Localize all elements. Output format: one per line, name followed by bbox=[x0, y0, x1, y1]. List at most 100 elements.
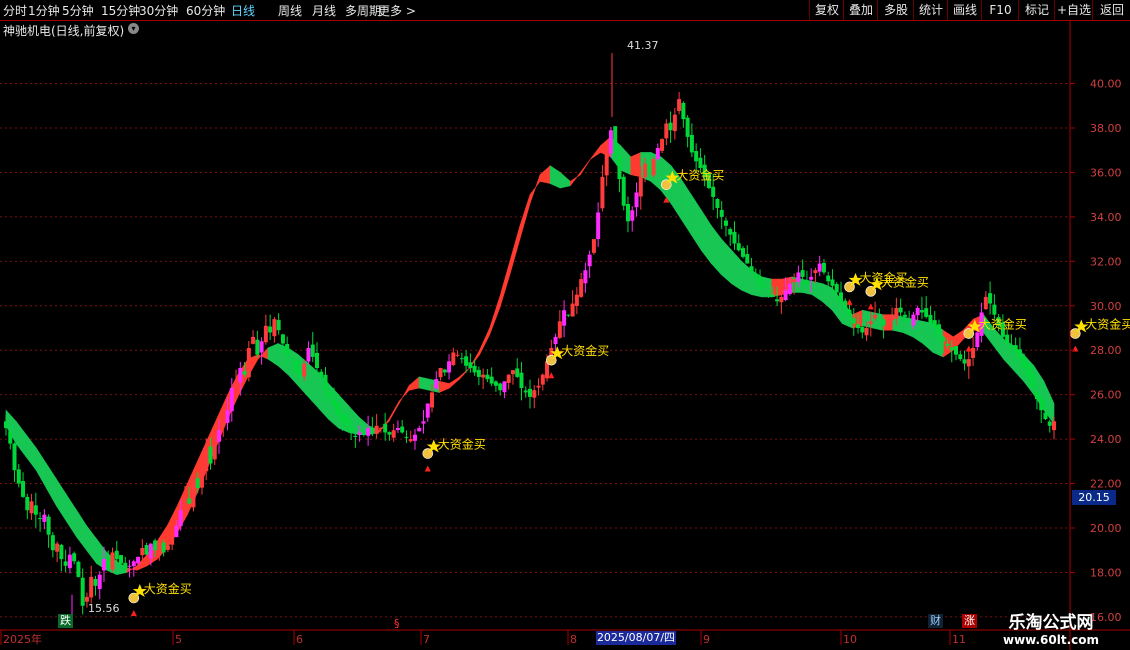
toolbar-button-7[interactable]: +自选 bbox=[1054, 0, 1093, 20]
candle-body bbox=[302, 363, 307, 377]
period-tab-0[interactable]: 分时 bbox=[3, 2, 27, 19]
toolbar-button-2[interactable]: 多股 bbox=[877, 0, 914, 20]
candle-body bbox=[941, 337, 946, 342]
candle-body bbox=[493, 381, 498, 386]
band-segment bbox=[499, 261, 511, 309]
candle-body bbox=[119, 555, 124, 564]
x-tick-label: 6 bbox=[296, 633, 303, 646]
candle-body bbox=[353, 435, 358, 437]
kline-chart[interactable]: 大资金买大资金买大资金买大资金买大资金买大资金买大资金买 大资金买 16.0018… bbox=[0, 0, 1130, 650]
candle-body bbox=[289, 358, 294, 360]
candle-body bbox=[297, 370, 302, 377]
candle-body bbox=[323, 374, 328, 391]
candle-body bbox=[809, 276, 814, 280]
period-tab-10[interactable]: 更多 > bbox=[378, 2, 416, 19]
candle-body bbox=[340, 413, 345, 422]
candle-body bbox=[25, 496, 30, 511]
candle-body bbox=[106, 557, 111, 568]
y-tick-label: 36.00 bbox=[1090, 166, 1122, 179]
candle-body bbox=[992, 304, 997, 315]
toolbar-button-0[interactable]: 复权 bbox=[809, 0, 844, 20]
candle-body bbox=[885, 321, 890, 324]
candle-body bbox=[84, 596, 89, 602]
period-tab-9[interactable]: 多周期 bbox=[345, 2, 381, 19]
candle-body bbox=[638, 176, 643, 197]
period-tab-1[interactable]: 1分钟 bbox=[28, 2, 60, 19]
candle-body bbox=[16, 469, 21, 484]
candle-body bbox=[766, 291, 771, 293]
band-segment bbox=[570, 171, 581, 187]
candle-body bbox=[251, 336, 256, 344]
band-segment bbox=[811, 280, 823, 302]
candle-body bbox=[72, 553, 77, 562]
candle-body bbox=[902, 314, 907, 317]
period-tab-7[interactable]: 周线 bbox=[278, 2, 302, 19]
band-segment bbox=[680, 178, 692, 236]
candle-body bbox=[510, 370, 515, 375]
toolbar-button-3[interactable]: 统计 bbox=[913, 0, 948, 20]
toolbar: 分时 1分钟 5分钟 15分钟 30分钟 60分钟 日线 周线 月线 多周期 更多 > 复权 叠加 多股统… bbox=[0, 0, 1130, 21]
candle-body bbox=[800, 270, 805, 277]
candle-body bbox=[583, 270, 588, 284]
x-tick-label: 5 bbox=[175, 633, 182, 646]
candle-body bbox=[745, 254, 750, 264]
candle-body bbox=[787, 283, 792, 295]
candle-body bbox=[442, 369, 447, 373]
y-tick-label: 38.00 bbox=[1090, 122, 1122, 135]
candle-body bbox=[332, 399, 337, 406]
min-price-label: 15.56 bbox=[88, 602, 120, 615]
y-tick-label: 22.00 bbox=[1090, 478, 1122, 491]
toolbar-button-1[interactable]: 叠加 bbox=[843, 0, 878, 20]
toolbar-button-5[interactable]: F10 bbox=[981, 0, 1019, 20]
candle-body bbox=[472, 365, 477, 373]
candle-body bbox=[1043, 412, 1048, 420]
toolbar-button-6[interactable]: 标记 bbox=[1018, 0, 1055, 20]
candle-body bbox=[336, 403, 341, 415]
period-tab-3[interactable]: 15分钟 bbox=[101, 2, 140, 19]
candle-body bbox=[873, 314, 878, 319]
x-tick-label: 8 bbox=[570, 633, 577, 646]
candle-body bbox=[770, 294, 775, 297]
candle-body bbox=[1017, 349, 1022, 360]
candle-body bbox=[630, 210, 635, 221]
candle-body bbox=[285, 343, 290, 355]
candle-body bbox=[881, 319, 886, 326]
candle-body bbox=[366, 428, 371, 436]
candle-body bbox=[447, 361, 452, 373]
candle-body bbox=[783, 290, 788, 301]
candle-body bbox=[276, 319, 281, 331]
candle-body bbox=[749, 266, 754, 273]
period-tab-8[interactable]: 月线 bbox=[312, 2, 336, 19]
candle-body bbox=[821, 262, 826, 273]
candle-body bbox=[1005, 334, 1010, 344]
band-segment bbox=[690, 193, 702, 252]
period-tab-2[interactable]: 5分钟 bbox=[62, 2, 94, 19]
candle-body bbox=[954, 346, 959, 355]
candle-body bbox=[349, 427, 354, 433]
candle-body bbox=[562, 310, 567, 326]
candle-body bbox=[148, 543, 153, 559]
period-tab-5[interactable]: 60分钟 bbox=[186, 2, 225, 19]
candle-body bbox=[540, 374, 545, 385]
candle-body bbox=[293, 360, 298, 373]
candle-body bbox=[553, 336, 558, 345]
candle-body bbox=[685, 117, 690, 137]
candle-body bbox=[796, 272, 801, 282]
candle-body bbox=[489, 376, 494, 384]
chevron-down-icon[interactable]: ▾ bbox=[128, 23, 139, 34]
period-tab-4[interactable]: 30分钟 bbox=[139, 2, 178, 19]
event-marker: § bbox=[394, 617, 400, 630]
x-tick-label: 11 bbox=[952, 633, 966, 646]
rise-badge[interactable]: 涨 bbox=[962, 614, 977, 628]
candle-body bbox=[182, 494, 187, 509]
candle-body bbox=[613, 126, 618, 155]
period-tab-6[interactable]: 日线 bbox=[231, 2, 255, 19]
up-arrow-icon bbox=[548, 372, 555, 379]
candle-body bbox=[225, 410, 230, 423]
band-segment bbox=[559, 171, 571, 189]
candle-body bbox=[101, 559, 106, 571]
finance-badge[interactable]: 财 bbox=[928, 614, 943, 628]
candle-body bbox=[898, 307, 903, 313]
toolbar-button-4[interactable]: 画线 bbox=[947, 0, 982, 20]
toolbar-button-8[interactable]: 返回 bbox=[1092, 0, 1130, 20]
